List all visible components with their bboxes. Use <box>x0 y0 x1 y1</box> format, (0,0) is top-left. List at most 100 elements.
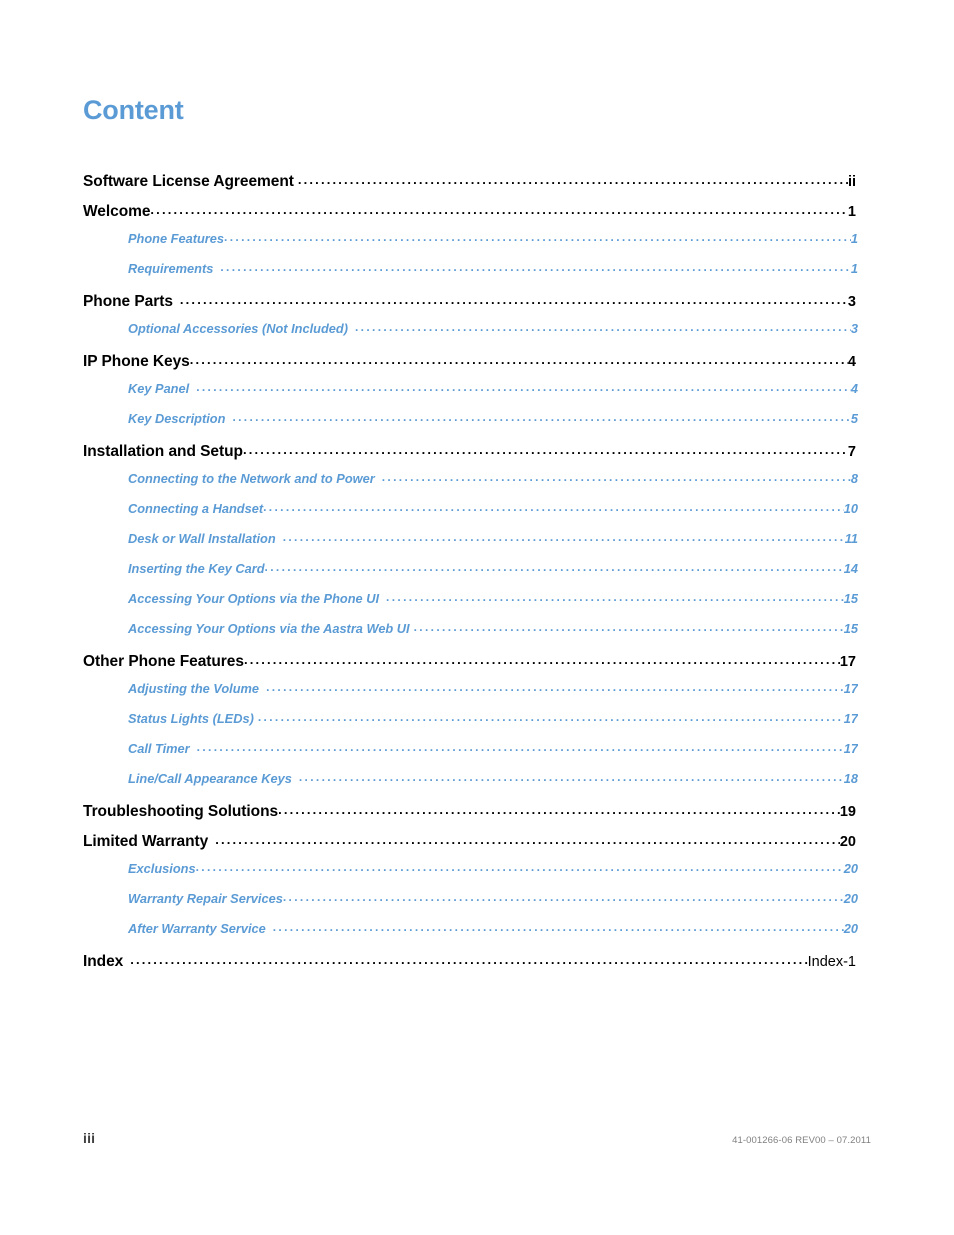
toc-dot-leader <box>180 290 848 306</box>
toc-entry-page-number: 14 <box>843 560 858 576</box>
toc-entry[interactable]: Warranty Repair Services 20 <box>83 890 858 920</box>
toc-entry-page-number: 3 <box>850 320 858 336</box>
toc-dot-leader <box>220 260 851 273</box>
toc-dot-leader <box>196 860 844 873</box>
toc-entry-label: Phone Parts <box>83 292 173 310</box>
toc-entry[interactable]: Key Panel 4 <box>83 380 858 410</box>
toc-entry[interactable]: Adjusting the Volume 17 <box>83 680 858 710</box>
toc-entry[interactable]: Phone Features 1 <box>83 230 858 260</box>
toc-entry[interactable]: Line/Call Appearance Keys 18 <box>83 770 858 800</box>
toc-entry[interactable]: Other Phone Features 17 <box>83 650 858 680</box>
page-footer: iii 41-001266-06 REV00 – 07.2011 <box>83 1130 871 1152</box>
toc-entry-page-number: 1 <box>850 230 858 246</box>
table-of-contents: Software License AgreementiiWelcome1Phon… <box>83 170 858 980</box>
toc-entry-label: Exclusions <box>128 860 196 876</box>
toc-entry-page-number: 7 <box>847 443 856 460</box>
toc-entry-label: IP Phone Keys <box>83 352 190 370</box>
toc-entry[interactable]: Requirements 1 <box>83 260 858 290</box>
toc-entry-label: Connecting a Handset <box>128 500 264 516</box>
footer-page-number: iii <box>83 1130 96 1146</box>
toc-dot-leader <box>150 200 848 216</box>
toc-dot-leader <box>224 230 851 243</box>
toc-entry[interactable]: Status Lights (LEDs) 17 <box>83 710 858 740</box>
toc-entry[interactable]: Phone Parts 3 <box>83 290 858 320</box>
toc-entry-page-number: 17 <box>839 653 856 670</box>
toc-dot-leader <box>258 710 844 723</box>
toc-dot-leader <box>283 530 845 543</box>
toc-entry[interactable]: Software License Agreement ii <box>83 170 858 200</box>
toc-entry-label: Call Timer <box>128 740 190 756</box>
toc-entry[interactable]: Connecting to the Network and to Power 8 <box>83 470 858 500</box>
toc-entry-page-number: 17 <box>843 710 858 726</box>
toc-entry-page-number: 3 <box>847 293 856 310</box>
toc-entry-label: Optional Accessories (Not Included) <box>128 320 348 336</box>
toc-entry-label: Troubleshooting Solutions <box>83 802 279 820</box>
toc-entry[interactable]: Installation and Setup 7 <box>83 440 858 470</box>
toc-entry-label: Key Panel <box>128 380 190 396</box>
toc-entry-page-number: 1 <box>847 203 856 220</box>
toc-dot-leader <box>298 170 848 186</box>
toc-entry-page-number: 20 <box>839 833 856 850</box>
page-title: Content <box>83 95 184 126</box>
toc-entry-page-number: ii <box>847 173 856 190</box>
toc-entry-page-number: 5 <box>850 410 858 426</box>
toc-entry-page-number: 20 <box>843 920 858 936</box>
toc-entry[interactable]: Optional Accessories (Not Included) 3 <box>83 320 858 350</box>
toc-entry-page-number: 15 <box>843 620 858 636</box>
toc-entry-page-number: 1 <box>850 260 858 276</box>
toc-entry-label: Status Lights (LEDs) <box>128 710 254 726</box>
toc-entry-page-number: Index-1 <box>807 953 856 970</box>
toc-dot-leader <box>190 350 848 366</box>
toc-dot-leader <box>266 680 844 693</box>
toc-dot-leader <box>386 590 844 603</box>
toc-entry[interactable]: Inserting the Key Card 14 <box>83 560 858 590</box>
footer-document-number: 41-001266-06 REV00 – 07.2011 <box>732 1135 871 1146</box>
toc-entry-label: Limited Warranty <box>83 832 209 850</box>
toc-entry[interactable]: Key Description 5 <box>83 410 858 440</box>
toc-dot-leader <box>299 770 844 783</box>
toc-entry[interactable]: Desk or Wall Installation 11 <box>83 530 858 560</box>
toc-dot-leader <box>197 740 844 753</box>
toc-entry-page-number: 4 <box>850 380 858 396</box>
toc-entry-page-number: 8 <box>850 470 858 486</box>
toc-entry-label: Installation and Setup <box>83 442 243 460</box>
toc-entry-label: Welcome <box>83 202 151 220</box>
toc-entry-page-number: 17 <box>843 740 858 756</box>
toc-entry-label: Connecting to the Network and to Power <box>128 470 375 486</box>
toc-entry[interactable]: Limited Warranty 20 <box>83 830 858 860</box>
toc-entry-label: Warranty Repair Services <box>128 890 283 906</box>
toc-entry-label: Requirements <box>128 260 214 276</box>
toc-entry[interactable]: Connecting a Handset 10 <box>83 500 858 530</box>
toc-entry-label: Index <box>83 952 124 970</box>
toc-entry[interactable]: Welcome 1 <box>83 200 858 230</box>
toc-entry[interactable]: Exclusions 20 <box>83 860 858 890</box>
toc-entry-page-number: 20 <box>843 890 858 906</box>
toc-entry-page-number: 11 <box>844 530 858 546</box>
toc-entry[interactable]: Call Timer 17 <box>83 740 858 770</box>
toc-entry[interactable]: Accessing Your Options via the Aastra We… <box>83 620 858 650</box>
toc-entry[interactable]: Index Index-1 <box>83 950 858 980</box>
toc-entry-label: After Warranty Service <box>128 920 266 936</box>
toc-entry-page-number: 15 <box>843 590 858 606</box>
toc-entry-label: Key Description <box>128 410 226 426</box>
toc-dot-leader <box>278 800 840 816</box>
toc-entry[interactable]: Accessing Your Options via the Phone UI 1… <box>83 590 858 620</box>
toc-dot-leader <box>355 320 851 333</box>
toc-dot-leader <box>196 380 851 393</box>
toc-dot-leader <box>382 470 851 483</box>
toc-entry-label: Other Phone Features <box>83 652 244 670</box>
toc-entry[interactable]: Troubleshooting Solutions 19 <box>83 800 858 830</box>
toc-entry-page-number: 10 <box>843 500 858 516</box>
toc-dot-leader <box>265 560 844 573</box>
toc-dot-leader <box>283 890 844 903</box>
toc-entry-page-number: 18 <box>843 770 858 786</box>
toc-entry[interactable]: After Warranty Service 20 <box>83 920 858 950</box>
toc-entry[interactable]: IP Phone Keys 4 <box>83 350 858 380</box>
toc-dot-leader <box>232 410 850 423</box>
toc-dot-leader <box>263 500 844 513</box>
toc-entry-label: Desk or Wall Installation <box>128 530 276 546</box>
toc-entry-label: Phone Features <box>128 230 225 246</box>
toc-entry-label: Accessing Your Options via the Aastra We… <box>128 620 410 636</box>
document-page: Content Software License Agreement ii Welc… <box>0 0 954 1235</box>
toc-dot-leader <box>244 650 840 666</box>
